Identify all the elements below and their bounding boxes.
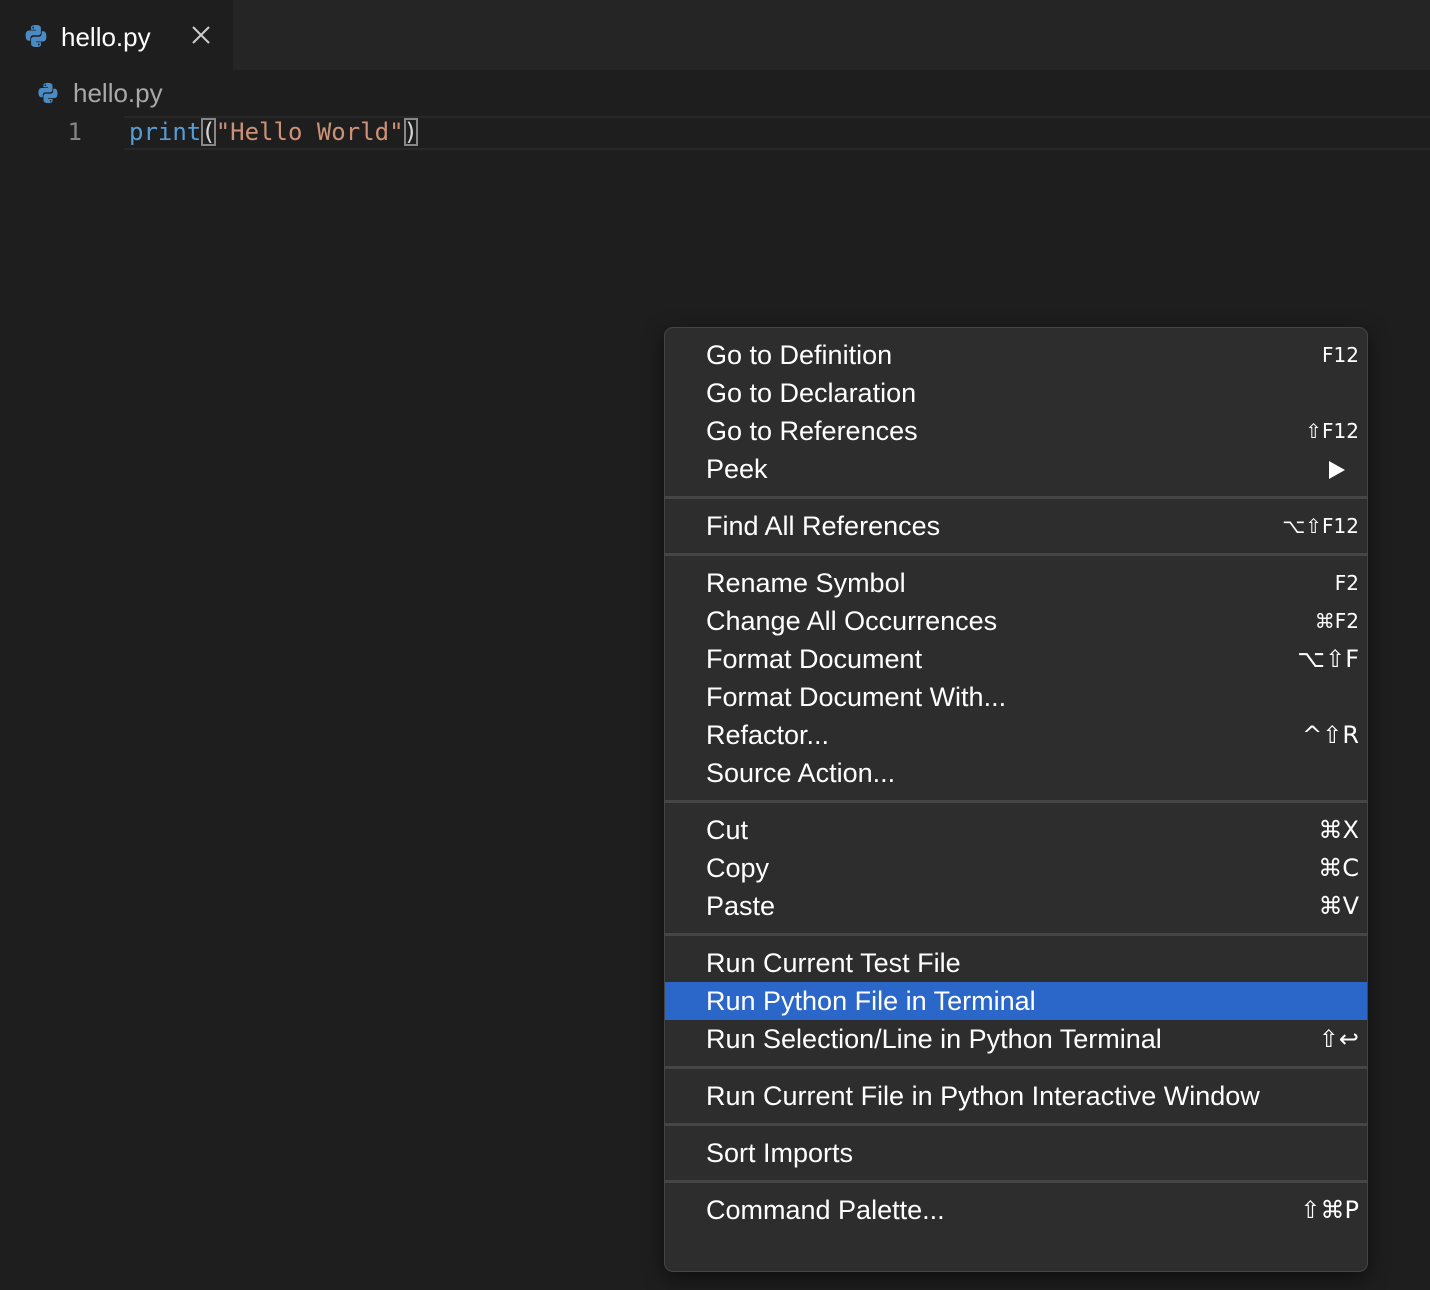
menu-item-label: Rename Symbol xyxy=(706,568,906,598)
menu-item-shortcut: ⌘C xyxy=(1318,854,1359,882)
tab-title: hello.py xyxy=(61,22,151,52)
menu-item-label: Copy xyxy=(706,853,770,883)
menu-item-command-palette[interactable]: Command Palette... ⇧⌘P xyxy=(665,1191,1367,1229)
python-icon xyxy=(24,24,48,53)
code-token-close-paren: ) xyxy=(403,118,418,146)
menu-group: Cut ⌘X Copy ⌘C Paste ⌘V xyxy=(665,803,1367,933)
close-icon[interactable] xyxy=(190,24,212,46)
menu-item-shortcut: ⇧F12 xyxy=(1305,419,1359,443)
menu-group: Go to Definition F12 Go to Declaration Go t… xyxy=(665,328,1367,496)
menu-item-cut[interactable]: Cut ⌘X xyxy=(665,811,1367,849)
tab-hello-py[interactable]: hello.py xyxy=(0,0,234,70)
menu-item-paste[interactable]: Paste ⌘V xyxy=(665,887,1367,925)
menu-item-label: Go to References xyxy=(706,416,918,446)
menu-item-label: Run Python File in Terminal xyxy=(706,986,1036,1016)
menu-item-label: Sort Imports xyxy=(706,1138,854,1168)
breadcrumb: hello.py xyxy=(0,70,1430,116)
context-menu: Go to Definition F12 Go to Declaration Go t… xyxy=(664,327,1368,1272)
menu-item-shortcut: F2 xyxy=(1334,571,1359,595)
menu-item-label: Go to Declaration xyxy=(706,378,917,408)
menu-item-label: Cut xyxy=(706,815,749,845)
code-token-open-paren: ( xyxy=(201,118,216,146)
menu-item-shortcut: ⌥⇧F xyxy=(1297,645,1359,673)
menu-item-shortcut: ⌘V xyxy=(1318,892,1359,920)
menu-item-run-current-file-in-python-interactive-window[interactable]: Run Current File in Python Interactive W… xyxy=(665,1077,1367,1115)
menu-item-label: Change All Occurrences xyxy=(706,606,998,636)
menu-item-shortcut: ^⇧R xyxy=(1302,721,1359,749)
menu-item-shortcut: F12 xyxy=(1322,343,1359,367)
menu-item-format-document[interactable]: Format Document ⌥⇧F xyxy=(665,640,1367,678)
menu-item-label: Paste xyxy=(706,891,776,921)
menu-item-format-document-with[interactable]: Format Document With... xyxy=(665,678,1367,716)
menu-item-label: Run Current File in Python Interactive W… xyxy=(706,1081,1260,1111)
menu-item-refactor[interactable]: Refactor... ^⇧R xyxy=(665,716,1367,754)
menu-item-label: Format Document With... xyxy=(706,682,1007,712)
breadcrumb-file[interactable]: hello.py xyxy=(73,76,163,110)
tab-bar: hello.py xyxy=(0,0,1430,70)
menu-item-run-python-file-in-terminal[interactable]: Run Python File in Terminal xyxy=(665,982,1367,1020)
line-number: 1 xyxy=(67,118,82,146)
menu-item-label: Go to Definition xyxy=(706,340,893,370)
menu-group: Command Palette... ⇧⌘P xyxy=(665,1183,1367,1237)
menu-item-label: Run Current Test File xyxy=(706,948,961,978)
menu-item-go-to-definition[interactable]: Go to Definition F12 xyxy=(665,336,1367,374)
menu-item-peek[interactable]: Peek xyxy=(665,450,1367,488)
submenu-arrow-icon xyxy=(1329,461,1345,479)
menu-item-rename-symbol[interactable]: Rename Symbol F2 xyxy=(665,564,1367,602)
menu-group: Run Current File in Python Interactive W… xyxy=(665,1069,1367,1123)
menu-item-label: Find All References xyxy=(706,511,941,541)
menu-item-shortcut: ⇧⌘P xyxy=(1300,1196,1359,1224)
menu-item-label: Source Action... xyxy=(706,758,896,788)
menu-item-label: Command Palette... xyxy=(706,1195,945,1225)
python-icon xyxy=(37,82,59,109)
menu-item-copy[interactable]: Copy ⌘C xyxy=(665,849,1367,887)
code-line[interactable]: print("Hello World") xyxy=(129,116,418,148)
menu-item-label: Peek xyxy=(706,454,768,484)
menu-item-label: Format Document xyxy=(706,644,923,674)
menu-item-shortcut: ⌘X xyxy=(1318,816,1359,844)
menu-group: Rename Symbol F2 Change All Occurrences ⌘F2… xyxy=(665,556,1367,800)
menu-item-sort-imports[interactable]: Sort Imports xyxy=(665,1134,1367,1172)
menu-item-shortcut: ⌥⇧F12 xyxy=(1282,514,1359,538)
menu-item-go-to-references[interactable]: Go to References ⇧F12 xyxy=(665,412,1367,450)
menu-item-shortcut: ⌘F2 xyxy=(1314,609,1359,633)
menu-group: Run Current Test File Run Python File in … xyxy=(665,936,1367,1066)
menu-group: Sort Imports xyxy=(665,1126,1367,1180)
code-token-string: "Hello World" xyxy=(215,118,404,146)
menu-item-run-current-test-file[interactable]: Run Current Test File xyxy=(665,944,1367,982)
menu-item-shortcut: ⇧↩ xyxy=(1318,1025,1359,1053)
menu-item-label: Refactor... xyxy=(706,720,830,750)
menu-item-change-all-occurrences[interactable]: Change All Occurrences ⌘F2 xyxy=(665,602,1367,640)
menu-item-run-selection-line-in-python-terminal[interactable]: Run Selection/Line in Python Terminal ⇧↩ xyxy=(665,1020,1367,1058)
menu-item-source-action[interactable]: Source Action... xyxy=(665,754,1367,792)
menu-item-find-all-references[interactable]: Find All References ⌥⇧F12 xyxy=(665,507,1367,545)
menu-group: Find All References ⌥⇧F12 xyxy=(665,499,1367,553)
menu-item-label: Run Selection/Line in Python Terminal xyxy=(706,1024,1162,1054)
menu-item-go-to-declaration[interactable]: Go to Declaration xyxy=(665,374,1367,412)
code-token-function: print xyxy=(129,118,202,146)
